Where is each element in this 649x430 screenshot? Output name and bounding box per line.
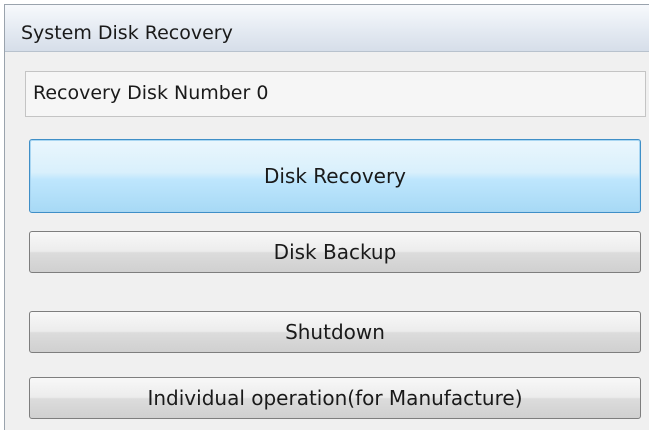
disk-recovery-button-label: Disk Recovery <box>263 164 407 188</box>
recovery-window: System Disk Recovery Recovery Disk Numbe… <box>4 4 649 430</box>
recovery-disk-number-display: Recovery Disk Number 0 <box>25 71 646 117</box>
shutdown-button[interactable]: Shutdown <box>29 311 641 353</box>
individual-operation-button[interactable]: Individual operation(for Manufacture) <box>29 377 641 419</box>
window-title: System Disk Recovery <box>21 22 233 44</box>
disk-recovery-button[interactable]: Disk Recovery <box>29 139 641 213</box>
recovery-disk-number-label: Recovery Disk Number 0 <box>33 82 269 104</box>
shutdown-button-label: Shutdown <box>285 320 385 344</box>
disk-backup-button[interactable]: Disk Backup <box>29 231 641 273</box>
individual-operation-button-label: Individual operation(for Manufacture) <box>147 386 523 410</box>
title-bar[interactable]: System Disk Recovery <box>5 5 649 52</box>
disk-backup-button-label: Disk Backup <box>273 240 397 264</box>
